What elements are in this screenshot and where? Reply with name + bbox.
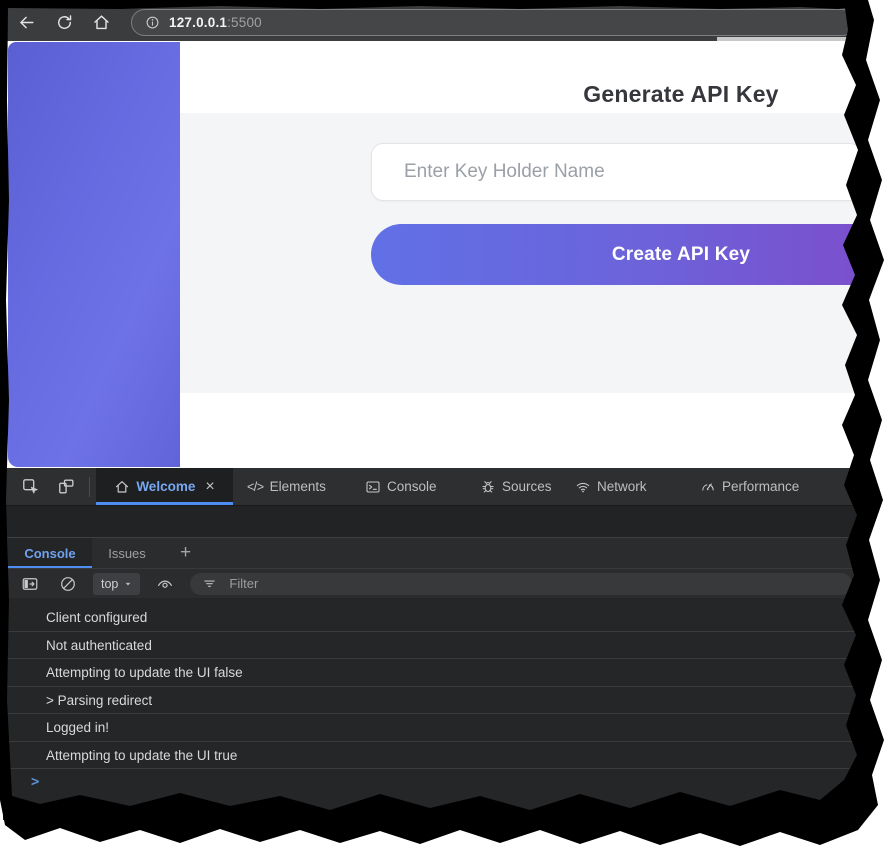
welcome-home-icon [114, 479, 130, 495]
clear-console-button[interactable] [55, 571, 81, 597]
back-button[interactable] [14, 10, 38, 34]
message-text: Not authenticated [46, 638, 152, 653]
console-message-row[interactable]: Logged in! [3, 714, 862, 742]
execution-context-label: top [101, 577, 118, 591]
console-drawer-tab-bar: Console Issues + [3, 537, 862, 568]
reload-icon [55, 13, 74, 32]
tab-network[interactable]: Network [575, 468, 647, 505]
page-viewport: Generate API Key Create API Key [3, 41, 862, 468]
console-toolbar: top [3, 568, 862, 598]
live-expression-button[interactable] [152, 571, 178, 597]
console-message-row[interactable]: Not authenticated [3, 632, 862, 660]
message-expander-chevron[interactable]: > [46, 693, 58, 708]
page-content-card: Generate API Key Create API Key [180, 41, 862, 467]
drawer-tab-issues[interactable]: Issues [92, 538, 162, 569]
address-bar[interactable]: 127.0.0.1:5500 [131, 9, 856, 36]
console-panel-icon [365, 479, 381, 495]
console-filter-input[interactable] [227, 575, 852, 592]
tab-sources[interactable]: Sources [480, 468, 552, 505]
eye-icon [156, 575, 174, 593]
drawer-tab-console[interactable]: Console [8, 538, 92, 569]
performance-gauge-icon [700, 479, 716, 495]
elements-code-icon: </> [247, 480, 264, 494]
url-text: 127.0.0.1:5500 [169, 15, 262, 30]
url-port: :5500 [227, 15, 262, 30]
console-prompt-icon: > [31, 774, 39, 790]
console-message-row[interactable]: > Parsing redirect [3, 687, 862, 715]
close-tab-icon[interactable]: × [205, 479, 214, 495]
welcome-panel-area [3, 505, 862, 537]
console-message-list: Client configured Not authenticated Atte… [3, 604, 862, 795]
key-holder-name-input[interactable] [371, 143, 862, 201]
drawer-tab-console-label: Console [24, 546, 75, 561]
devtools-tab-bar: Welcome × </> Elements Console Sources N… [3, 468, 862, 505]
message-text: Logged in! [46, 720, 109, 735]
add-drawer-tab-icon[interactable]: + [180, 542, 191, 564]
reload-button[interactable] [52, 10, 76, 34]
back-arrow-icon [17, 13, 36, 32]
tab-network-label: Network [597, 479, 647, 494]
message-text: Client configured [46, 610, 147, 625]
tab-welcome-label: Welcome [136, 479, 195, 494]
message-text: Attempting to update the UI false [46, 665, 243, 680]
page-title: Generate API Key [371, 81, 889, 108]
filter-icon [202, 576, 217, 591]
tab-performance-label: Performance [722, 479, 799, 494]
create-api-key-button[interactable]: Create API Key [371, 224, 862, 285]
console-filter-box[interactable] [190, 573, 852, 595]
page-purple-sidebar [8, 42, 180, 467]
tab-sources-label: Sources [502, 479, 552, 494]
home-button[interactable] [89, 10, 113, 34]
home-icon [92, 13, 111, 32]
message-text: Attempting to update the UI true [46, 748, 237, 763]
console-sidebar-icon [21, 575, 39, 593]
url-host: 127.0.0.1 [169, 15, 227, 30]
message-text: Parsing redirect [58, 693, 153, 708]
execution-context-selector[interactable]: top [93, 573, 140, 595]
site-info-icon [145, 15, 160, 30]
tab-console-label: Console [387, 479, 437, 494]
device-toolbar-icon [57, 477, 76, 496]
chevron-down-icon [124, 580, 132, 588]
console-input-row[interactable]: > [3, 769, 862, 795]
browser-toolbar: 127.0.0.1:5500 [3, 3, 862, 41]
console-message-row[interactable]: Attempting to update the UI false [3, 659, 862, 687]
toolbar-separator [89, 477, 90, 497]
inspect-element-button[interactable] [17, 474, 43, 500]
tab-performance[interactable]: Performance [700, 468, 799, 505]
clear-console-icon [59, 575, 77, 593]
tab-elements[interactable]: </> Elements [247, 468, 326, 505]
tab-console[interactable]: Console [365, 468, 437, 505]
inspect-cursor-icon [21, 477, 40, 496]
tab-elements-label: Elements [270, 479, 326, 494]
tab-welcome[interactable]: Welcome × [96, 468, 233, 505]
console-message-row[interactable]: Client configured [3, 604, 862, 632]
drawer-tab-issues-label: Issues [108, 546, 146, 561]
devtools-panel: Welcome × </> Elements Console Sources N… [3, 468, 862, 820]
create-api-key-button-label: Create API Key [371, 224, 889, 285]
console-sidebar-toggle-button[interactable] [17, 571, 43, 597]
console-message-row[interactable]: Attempting to update the UI true [3, 742, 862, 770]
sources-bug-icon [480, 479, 496, 495]
device-toolbar-button[interactable] [53, 474, 79, 500]
screenshot-canvas: 127.0.0.1:5500 Generate API Key Create A… [0, 0, 889, 846]
network-wifi-icon [575, 479, 591, 495]
